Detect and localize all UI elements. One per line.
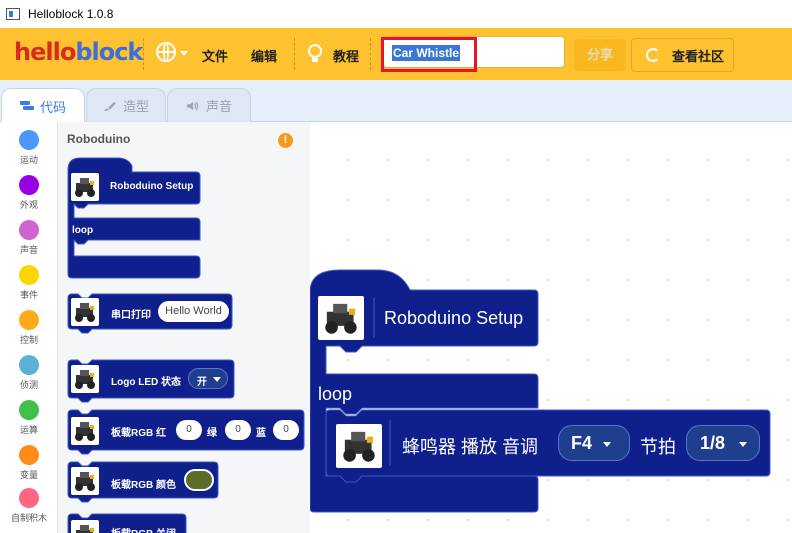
logo-text-part1: hello bbox=[14, 38, 76, 66]
tone-dropdown[interactable]: F4 bbox=[558, 425, 630, 461]
see-community-button[interactable]: 查看社区 bbox=[631, 38, 734, 72]
palette-loop-label: loop bbox=[72, 225, 94, 236]
buzzer-play-label: 蜂鸣器 播放 音调 bbox=[402, 437, 539, 457]
category-label: 变量 bbox=[19, 470, 38, 480]
code-workspace[interactable]: Roboduino Setup loop 蜂鸣器 播放 音调 F4 节拍 1/8 bbox=[310, 122, 792, 533]
lightbulb-icon bbox=[308, 44, 322, 62]
category-dot bbox=[19, 175, 39, 195]
category-label: 事件 bbox=[19, 290, 38, 300]
speaker-icon bbox=[187, 101, 199, 110]
beat-label: 节拍 bbox=[640, 437, 676, 457]
category-dot bbox=[19, 400, 39, 420]
beat-value: 1/8 bbox=[700, 433, 726, 453]
category-dot bbox=[19, 445, 39, 465]
share-button[interactable]: 分享 bbox=[574, 39, 626, 71]
category-label: 侦测 bbox=[19, 380, 38, 390]
refresh-icon bbox=[646, 48, 660, 62]
chevron-down-icon bbox=[213, 377, 221, 382]
chevron-down-icon bbox=[180, 51, 188, 56]
app-icon bbox=[6, 8, 20, 20]
tone-value: F4 bbox=[571, 433, 593, 453]
workspace-setup-label: Roboduino Setup bbox=[384, 308, 524, 328]
tab-code-label: 代码 bbox=[39, 99, 66, 115]
rgb-red-input[interactable]: 0 bbox=[176, 420, 202, 440]
tab-sounds[interactable]: 声音 bbox=[167, 88, 251, 122]
rgb-green-label: 绿 bbox=[207, 428, 217, 439]
category-dot bbox=[19, 130, 39, 150]
category-events[interactable]: 事件 bbox=[0, 265, 58, 301]
category-looks[interactable]: 外观 bbox=[0, 175, 58, 211]
helloblock-logo[interactable]: helloblock bbox=[14, 38, 143, 66]
category-label: 运动 bbox=[19, 155, 38, 165]
logo-led-state-value: 开 bbox=[197, 377, 207, 388]
tab-costumes[interactable]: 造型 bbox=[86, 88, 166, 122]
rgb-color-swatch[interactable] bbox=[184, 469, 214, 491]
logo-text-part2: block bbox=[75, 38, 143, 66]
menu-file[interactable]: 文件 bbox=[202, 46, 228, 65]
category-label: 自制积木 bbox=[10, 513, 47, 523]
editor-tabbar: 代码 造型 声音 bbox=[0, 80, 792, 123]
chevron-down-icon bbox=[603, 442, 611, 447]
palette-rgb-color-label: 板载RGB 颜色 bbox=[111, 480, 176, 491]
menubar-divider bbox=[370, 38, 371, 70]
category-dot bbox=[19, 488, 39, 508]
globe-icon bbox=[156, 42, 176, 62]
rgb-blue-label: 蓝 bbox=[256, 428, 266, 439]
category-sound[interactable]: 声音 bbox=[0, 220, 58, 256]
serial-print-input[interactable]: Hello World bbox=[158, 301, 229, 322]
workspace-block-shapes bbox=[310, 269, 771, 513]
roboduino-robot-icon bbox=[71, 173, 99, 201]
code-icon bbox=[19, 101, 34, 110]
brush-icon bbox=[104, 101, 116, 111]
block-categories: 运动 外观 声音 事件 控制 侦测 运算 变量 自制积木 bbox=[0, 122, 58, 533]
menubar-divider bbox=[294, 38, 295, 70]
tab-code[interactable]: 代码 bbox=[1, 88, 85, 123]
category-dot bbox=[19, 355, 39, 375]
highlight-box bbox=[381, 37, 477, 72]
window-titlebar: Helloblock 1.0.8 bbox=[0, 0, 792, 28]
menubar-divider bbox=[143, 38, 144, 70]
menu-tutorial-label: 教程 bbox=[333, 49, 360, 64]
roboduino-robot-icon bbox=[318, 296, 364, 340]
roboduino-robot-icon bbox=[71, 467, 99, 495]
rgb-green-input[interactable]: 0 bbox=[225, 420, 251, 440]
category-label: 控制 bbox=[19, 335, 38, 345]
category-operators[interactable]: 运算 bbox=[0, 400, 58, 436]
category-label: 运算 bbox=[19, 425, 38, 435]
category-dot bbox=[19, 265, 39, 285]
tutorial-menu[interactable]: 教程 bbox=[300, 36, 364, 72]
see-community-label: 查看社区 bbox=[672, 48, 725, 64]
tab-sounds-label: 声音 bbox=[205, 99, 232, 114]
category-motion[interactable]: 运动 bbox=[0, 130, 58, 166]
palette-rgb-off-label: 板载RGB 关闭 bbox=[111, 525, 176, 533]
roboduino-robot-icon bbox=[71, 298, 99, 326]
roboduino-robot-icon bbox=[71, 520, 99, 533]
menu-edit[interactable]: 编辑 bbox=[251, 46, 277, 65]
roboduino-robot-icon bbox=[71, 365, 99, 393]
category-dot bbox=[19, 310, 39, 330]
logo-led-state-dropdown[interactable]: 开 bbox=[188, 368, 228, 389]
rgb-blue-input[interactable]: 0 bbox=[273, 420, 299, 440]
block-palette: Roboduino ! Roboduino Setup loop 串口打印 He… bbox=[58, 122, 310, 533]
category-control[interactable]: 控制 bbox=[0, 310, 58, 346]
category-dot bbox=[19, 220, 39, 240]
roboduino-robot-icon bbox=[336, 424, 382, 468]
beat-dropdown[interactable]: 1/8 bbox=[686, 425, 760, 461]
category-sensing[interactable]: 侦测 bbox=[0, 355, 58, 391]
category-label: 声音 bbox=[19, 245, 38, 255]
palette-logo-led-label: Logo LED 状态 bbox=[111, 377, 181, 388]
category-label: 外观 bbox=[19, 200, 38, 210]
category-my-blocks[interactable]: 自制积木 bbox=[0, 488, 58, 524]
palette-serial-print-label: 串口打印 bbox=[111, 310, 151, 321]
category-variables[interactable]: 变量 bbox=[0, 445, 58, 481]
workspace-loop-label: loop bbox=[318, 384, 353, 404]
language-menu[interactable] bbox=[150, 36, 190, 72]
palette-rgb-label: 板载RGB 红 bbox=[111, 428, 166, 439]
palette-setup-label: Roboduino Setup bbox=[110, 181, 194, 192]
chevron-down-icon bbox=[739, 442, 747, 447]
window-title: Helloblock 1.0.8 bbox=[28, 7, 114, 21]
tab-costumes-label: 造型 bbox=[122, 99, 149, 114]
roboduino-robot-icon bbox=[71, 417, 99, 445]
